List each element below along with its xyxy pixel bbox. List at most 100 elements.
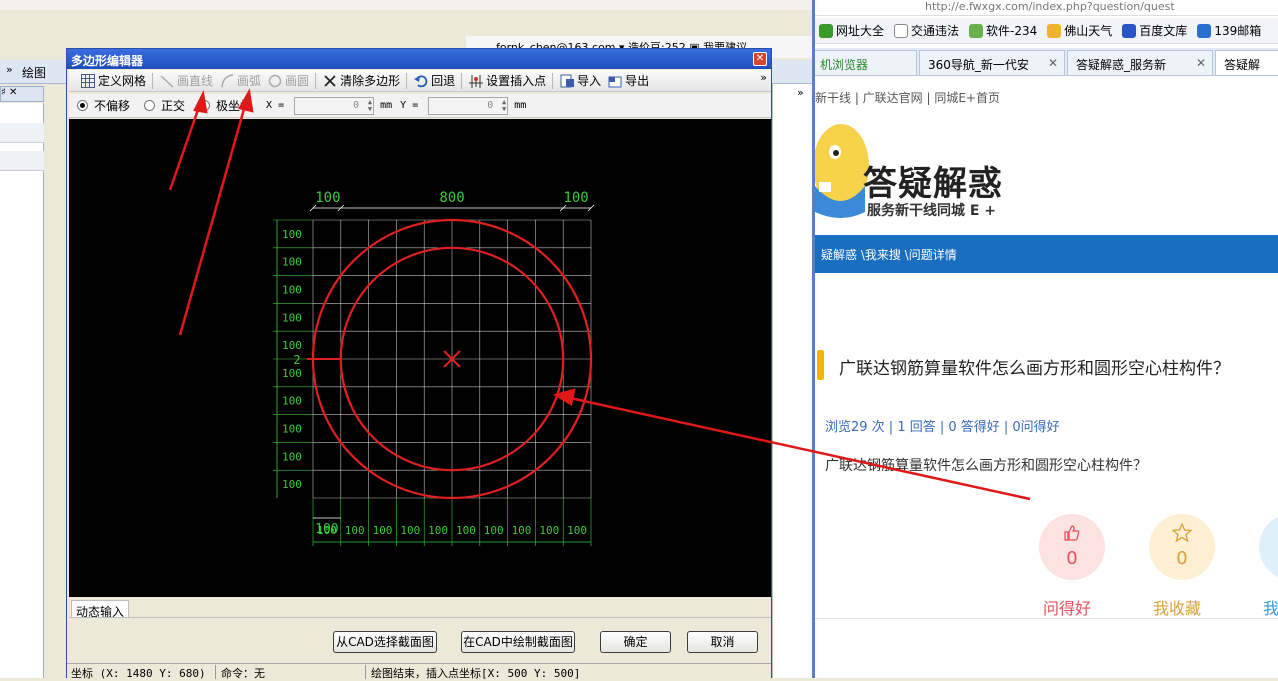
- clear-polygon-button[interactable]: 清除多边形: [319, 71, 403, 91]
- x-label: X =: [266, 100, 285, 111]
- draw-line-button[interactable]: 画直线: [156, 71, 216, 91]
- chevron-right-icon[interactable]: »: [6, 63, 13, 76]
- ortho-label: 正交: [161, 99, 186, 113]
- good-question-button[interactable]: 0: [1039, 514, 1105, 580]
- no-offset-radio[interactable]: 不偏移: [77, 97, 130, 114]
- left-dimension-label: 100: [282, 395, 302, 408]
- divider: [815, 618, 1278, 619]
- breadcrumb[interactable]: 疑解惑 \我来搜 \问题详情: [821, 248, 957, 262]
- status-divider: [365, 665, 366, 679]
- favorite-button[interactable]: 0: [1149, 514, 1215, 580]
- baidu-icon: [1122, 23, 1137, 38]
- set-insert-point-button[interactable]: 设置插入点: [465, 71, 549, 91]
- left-dimension-label: 100: [282, 284, 302, 297]
- draw-arc-label: 画弧: [237, 74, 262, 88]
- close-button[interactable]: ✕: [753, 52, 767, 66]
- select-from-cad-button[interactable]: 从CAD选择截面图: [333, 631, 437, 653]
- dialog-titlebar[interactable]: 多边形编辑器 ✕: [67, 49, 771, 69]
- export-button[interactable]: 导出: [604, 71, 652, 91]
- no-offset-label: 不偏移: [94, 99, 131, 113]
- status-command: 命令：无: [221, 667, 265, 680]
- good-question-label: 问得好: [1043, 599, 1092, 618]
- draw-in-cad-button[interactable]: 在CAD中绘制截面图: [461, 631, 575, 653]
- background-panel: [0, 103, 44, 678]
- left-dimension-label: 100: [282, 423, 302, 436]
- drawing-canvas[interactable]: 100 800 100 100 100 100 100 100 100 100 100 100 100 1…: [69, 119, 771, 597]
- close-tab-icon[interactable]: ✕: [1196, 56, 1206, 70]
- polar-radio[interactable]: 极坐标: [199, 97, 252, 114]
- question-stats[interactable]: 浏览29 次 | 1 回答 | 0 答得好 | 0问得好: [825, 416, 1060, 435]
- left-dimension-label: 100: [282, 311, 302, 324]
- chevron-right-icon[interactable]: »: [797, 86, 804, 99]
- close-tab-icon[interactable]: ✕: [1048, 56, 1058, 70]
- ortho-radio[interactable]: 正交: [144, 97, 185, 114]
- spinner-icon[interactable]: ▲ ▼: [362, 98, 372, 113]
- undo-label: 回退: [431, 74, 456, 88]
- arc-icon: [219, 73, 235, 89]
- y-coordinate: Y = 0 ▲ ▼ mm: [400, 96, 526, 115]
- address-bar[interactable]: http://e.fwxgx.com/index.php?question/qu…: [815, 0, 1278, 16]
- browser-window: http://e.fwxgx.com/index.php?question/qu…: [812, 0, 1278, 678]
- thumbs-up-icon: [1064, 525, 1080, 541]
- browser-tab[interactable]: 机浏览器: [815, 50, 917, 75]
- spinner-icon[interactable]: ▲ ▼: [496, 98, 506, 113]
- bookmark-item[interactable]: 软件-234: [969, 22, 1037, 39]
- background-tab-draw[interactable]: 绘图: [22, 64, 46, 81]
- site-logo[interactable]: 答疑解惑 服务新干线同城 E +: [815, 116, 1278, 232]
- y-label: Y =: [400, 100, 419, 111]
- bookmark-item[interactable]: 139邮箱: [1197, 22, 1261, 39]
- dynamic-input-tab[interactable]: 动态输入: [71, 600, 129, 619]
- site-breadcrumb-bar: 疑解惑 \我来搜 \问题详情: [815, 235, 1278, 273]
- panel-row: [0, 123, 44, 143]
- first-cell-dimension-label: 100: [315, 522, 338, 537]
- bottom-dimension-label: 100: [567, 524, 587, 537]
- left-dimension-label: 100: [282, 367, 302, 380]
- polar-label: 极坐标: [216, 99, 253, 113]
- line-icon: [159, 73, 175, 89]
- site-nav-links[interactable]: 新干线 | 广联达官网 | 同城E+首页: [815, 91, 1000, 105]
- third-action-label: 我: [1263, 599, 1278, 618]
- define-grid-button[interactable]: 定义网格: [77, 71, 149, 91]
- grid-icon: [80, 73, 96, 89]
- import-icon: [559, 73, 575, 89]
- left-dimension-label: 100: [282, 256, 302, 269]
- toolbar-separator: [461, 72, 463, 89]
- top-dimension-label: 100: [315, 190, 340, 206]
- set-insert-point-label: 设置插入点: [486, 74, 547, 88]
- bottom-dimension-label: 100: [456, 524, 476, 537]
- import-label: 导入: [577, 74, 602, 88]
- y-value: 0: [487, 99, 494, 111]
- panel-pin-close[interactable]: ♯ ✕: [1, 87, 17, 98]
- browser-tab-active[interactable]: 答疑解: [1215, 50, 1278, 75]
- y-input[interactable]: 0 ▲ ▼: [428, 96, 509, 115]
- toolbar-more-icon[interactable]: »: [760, 71, 767, 84]
- ok-button[interactable]: 确定: [600, 631, 671, 653]
- bookmark-item[interactable]: 百度文库: [1122, 22, 1187, 39]
- dynamic-input-area: 从CAD选择截面图 在CAD中绘制截面图 确定 取消: [69, 617, 771, 661]
- background-panel-header: ♯ ✕: [0, 86, 44, 102]
- bottom-dimension-label: 100: [539, 524, 559, 537]
- bookmark-item[interactable]: 交通违法: [894, 22, 959, 39]
- import-button[interactable]: 导入: [556, 71, 604, 91]
- favorite-label: 我收藏: [1153, 599, 1202, 618]
- third-action-button[interactable]: [1259, 514, 1278, 580]
- insert-point-icon: [468, 73, 484, 89]
- browser-tab[interactable]: 答疑解惑_服务新 ✕: [1067, 50, 1213, 75]
- left-dimension-label: 100: [282, 450, 302, 463]
- top-dimension-label: 100: [563, 190, 588, 206]
- draw-circle-button[interactable]: 画圆: [264, 71, 312, 91]
- weather-icon: [1047, 23, 1062, 38]
- cancel-button[interactable]: 取消: [687, 631, 758, 653]
- bookmark-item[interactable]: 佛山天气: [1047, 22, 1112, 39]
- x-input[interactable]: 0 ▲ ▼: [294, 96, 375, 115]
- page-icon: [894, 23, 909, 38]
- undo-button[interactable]: 回退: [410, 71, 458, 91]
- toolbar-separator: [552, 72, 554, 89]
- bookmark-item[interactable]: 网址大全: [819, 22, 884, 39]
- bottom-dimension-label: 100: [373, 524, 393, 537]
- dialog-title: 多边形编辑器: [71, 54, 144, 68]
- bottom-dimension-label: 100: [484, 524, 504, 537]
- draw-arc-button[interactable]: 画弧: [216, 71, 264, 91]
- polygon-editor-dialog: 多边形编辑器 ✕ 定义网格 画直线 画弧 画圆 清除多边形 回退 设置插入点 导…: [66, 48, 772, 680]
- browser-tab[interactable]: 360导航_新一代安 ✕: [919, 50, 1065, 75]
